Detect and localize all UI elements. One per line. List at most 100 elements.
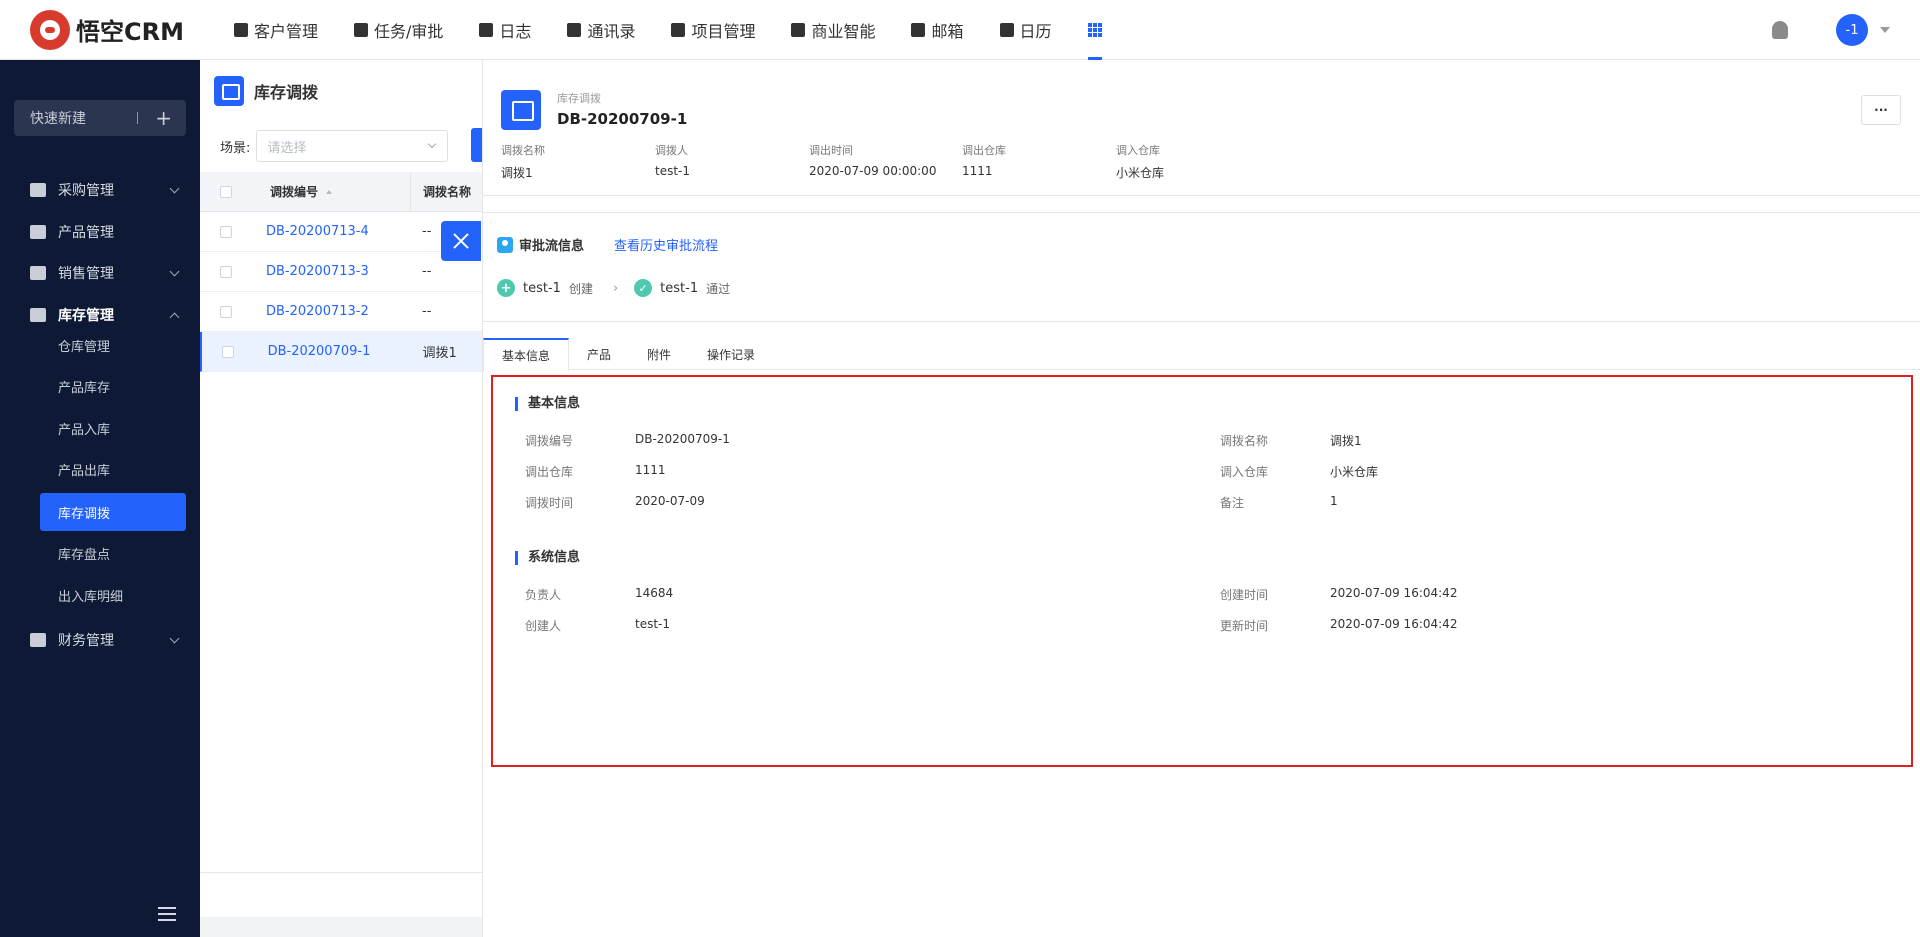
flow-user: test-1 (523, 280, 561, 296)
approval-title: 审批流信息 (519, 239, 585, 254)
info-field: 创建人 test-1 (525, 617, 671, 633)
tab-products[interactable]: 产品 (569, 338, 629, 370)
nav-contacts[interactable]: 通讯录 (549, 0, 653, 60)
detail-tabs: 基本信息 产品 附件 操作记录 (483, 338, 1920, 371)
row-code-link[interactable]: DB-20200713-4 (252, 224, 410, 239)
nav-label: 商业智能 (811, 21, 876, 41)
brand-logo[interactable]: 悟空CRM (0, 9, 200, 50)
cart-icon (30, 183, 46, 197)
archive-icon (214, 76, 244, 106)
sidebar-item-product-stock[interactable]: 产品库存 (40, 367, 186, 405)
row-name: 调拨1 (422, 346, 457, 361)
section-title: 基本信息 (515, 397, 580, 411)
nav-bi[interactable]: 商业智能 (773, 0, 893, 60)
quick-new-label: 快速新建 (30, 111, 86, 127)
approval-history-link[interactable]: 查看历史审批流程 (614, 235, 718, 254)
menu-product[interactable]: 产品管理 (0, 214, 200, 250)
nav-label: 客户管理 (254, 21, 319, 41)
sidebar-item-stock-in[interactable]: 产品入库 (40, 409, 186, 447)
check-circle-icon: ✓ (634, 279, 653, 297)
more-button[interactable]: ··· (1861, 95, 1901, 125)
cube-icon (30, 225, 46, 239)
calendar-icon (999, 22, 1014, 37)
archive-icon (30, 308, 46, 322)
caret-down-icon[interactable] (1880, 27, 1890, 33)
row-checkbox[interactable] (221, 345, 234, 358)
nav-label: 邮箱 (931, 21, 964, 41)
plus-icon[interactable]: + (155, 106, 172, 130)
info-field: 调拨名称 调拨1 (1220, 434, 1362, 448)
table-row[interactable]: DB-20200713-2 -- (200, 292, 482, 332)
info-field: 调入仓库 小米仓库 (1220, 465, 1379, 479)
info-field: 更新时间 2020-07-09 16:04:42 (1220, 617, 1458, 633)
tab-operation-log[interactable]: 操作记录 (689, 338, 773, 370)
sidebar-item-in-out-detail[interactable]: 出入库明细 (40, 576, 186, 614)
flow-user: test-1 (660, 280, 699, 296)
table-header: 调拨编号 调拨名称 (200, 171, 482, 212)
header-field: 调出时间 2020-07-09 00:00:00 (809, 144, 937, 178)
menu-label: 财务管理 (58, 633, 114, 649)
tag-icon (30, 266, 46, 280)
tab-basic-info[interactable]: 基本信息 (483, 338, 570, 371)
row-code-link[interactable]: DB-20200709-1 (254, 344, 411, 359)
bell-icon[interactable] (1772, 21, 1788, 39)
brand-name: 悟空CRM (76, 18, 184, 46)
user-icon (497, 236, 513, 253)
sidebar-item-stocktake[interactable]: 库存盘点 (40, 534, 186, 572)
approval-flow: + test-1 创建 › ✓ test-1 通过 (497, 279, 730, 297)
col-name: 调拨名称 (423, 185, 472, 199)
nav-apps[interactable] (1070, 0, 1120, 60)
nav-log[interactable]: 日志 (461, 0, 549, 60)
chevron-right-icon: › (612, 280, 619, 296)
nav-customer[interactable]: 客户管理 (216, 0, 336, 60)
table-row[interactable]: DB-20200713-4 -- (200, 212, 482, 252)
notebook-icon (479, 22, 494, 37)
row-checkbox[interactable] (220, 225, 232, 238)
info-field: 调拨编号 DB-20200709-1 (525, 432, 730, 448)
row-code-link[interactable]: DB-20200713-3 (252, 264, 410, 279)
info-field: 备注 1 (1220, 494, 1338, 510)
info-field: 调出仓库 1111 (525, 463, 666, 479)
menu-label: 产品管理 (58, 225, 114, 241)
scene-placeholder: 请选择 (267, 140, 307, 156)
menu-purchase[interactable]: 采购管理 (0, 172, 200, 208)
header-field: 调出仓库 1111 (962, 144, 1006, 178)
avatar[interactable]: -1 (1836, 14, 1868, 46)
detail-category: 库存调拨 (557, 92, 601, 105)
row-checkbox[interactable] (220, 305, 232, 318)
wallet-icon (30, 633, 46, 647)
sidebar-item-transfer[interactable]: 库存调拨 (40, 493, 186, 531)
sort-icon[interactable] (326, 189, 333, 194)
nav-project[interactable]: 项目管理 (653, 0, 773, 60)
archive-icon (501, 90, 541, 130)
row-checkbox[interactable] (220, 265, 232, 278)
menu-label: 销售管理 (58, 266, 114, 282)
col-code[interactable]: 调拨编号 (270, 183, 318, 200)
menu-finance[interactable]: 财务管理 (0, 622, 200, 658)
table-row[interactable]: DB-20200713-3 -- (200, 252, 482, 292)
nav-label: 任务/审批 (374, 21, 444, 41)
chevron-down-icon (169, 633, 180, 644)
scene-select[interactable]: 请选择 (256, 130, 449, 162)
row-code-link[interactable]: DB-20200713-2 (252, 304, 410, 319)
table-row-selected[interactable]: DB-20200709-1 调拨1 (200, 332, 482, 372)
header-field: 调拨人 test-1 (655, 144, 691, 178)
tab-attachments[interactable]: 附件 (629, 338, 689, 370)
nav-task-approval[interactable]: 任务/审批 (336, 0, 461, 60)
close-icon[interactable] (441, 221, 481, 261)
building-icon (234, 22, 248, 37)
menu-sales[interactable]: 销售管理 (0, 255, 200, 291)
monkey-logo-icon (30, 9, 70, 50)
select-all-checkbox[interactable] (220, 185, 232, 198)
info-field: 负责人 14684 (525, 586, 674, 602)
quick-new-button[interactable]: 快速新建 + (14, 100, 186, 136)
sidebar-item-stock-out[interactable]: 产品出库 (40, 450, 186, 488)
transfer-list-panel: 库存调拨 场景: 请选择 调拨编号 调拨名称 DB-20200713-4 -- … (200, 60, 483, 937)
collapse-menu-icon[interactable] (158, 907, 180, 923)
detail-panel: 库存调拨 DB-20200709-1 ··· 调拨名称 调拨1 调拨人 test-1… (482, 60, 1920, 937)
nav-calendar[interactable]: 日历 (982, 0, 1070, 60)
header-field: 调拨名称 调拨1 (501, 144, 545, 180)
apps-grid-icon (1087, 22, 1102, 37)
sidebar-item-warehouse[interactable]: 仓库管理 (40, 326, 186, 364)
nav-mail[interactable]: 邮箱 (893, 0, 981, 60)
